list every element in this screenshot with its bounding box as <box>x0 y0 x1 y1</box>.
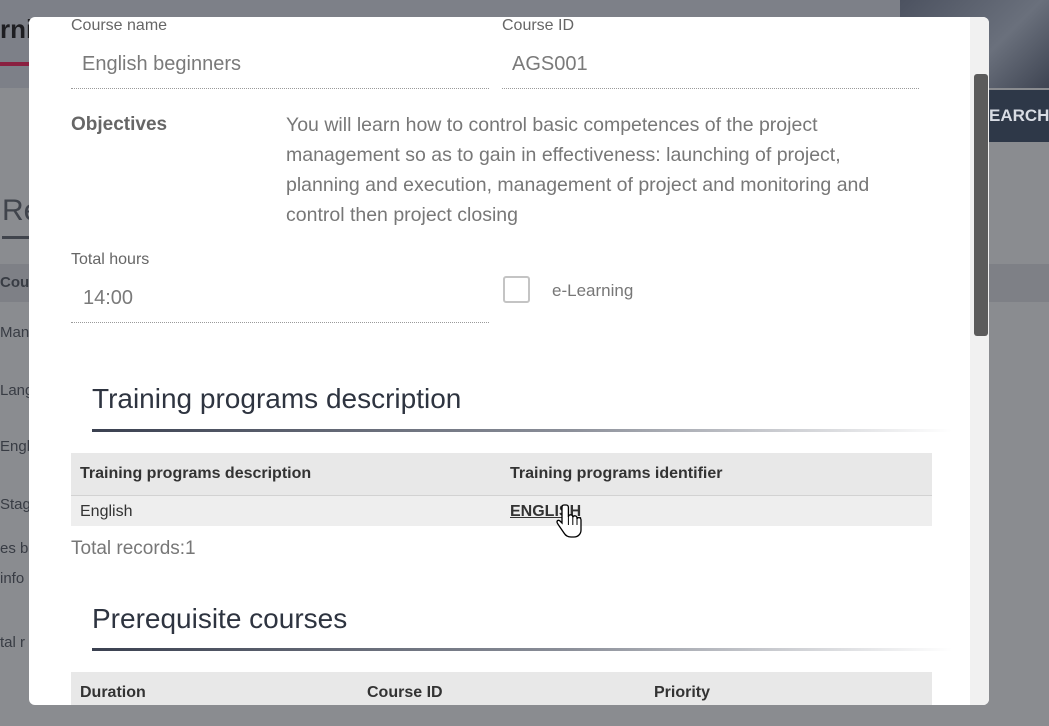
total-hours-value: 14:00 <box>83 287 134 309</box>
column-header-priority: Priority <box>654 684 711 701</box>
background-row: es b <box>0 540 29 557</box>
background-search-button: EARCH <box>985 90 1049 142</box>
table-row: English ENGLISH <box>71 496 932 526</box>
training-section-underline <box>92 429 952 432</box>
course-name-label: Course name <box>71 17 168 34</box>
course-id-field[interactable]: AGS001 <box>502 53 919 89</box>
objectives-line: planning and execution, management of pr… <box>286 174 870 196</box>
course-id-label: Course ID <box>502 17 575 34</box>
course-name-field[interactable]: English beginners <box>71 53 489 89</box>
cell-description: English <box>80 503 133 520</box>
prerequisite-courses-table: Duration Course ID Priority <box>71 672 932 705</box>
total-hours-field[interactable]: 14:00 <box>71 287 489 323</box>
prereq-section-underline <box>92 648 952 651</box>
elearning-checkbox[interactable] <box>503 276 530 303</box>
elearning-label: e-Learning <box>552 281 634 300</box>
total-records: Total records:1 <box>71 538 196 559</box>
course-id-value: AGS001 <box>512 53 588 75</box>
objectives-line: You will learn how to control basic comp… <box>286 114 818 136</box>
prereq-section-title: Prerequisite courses <box>92 603 348 634</box>
table-header: Duration Course ID Priority <box>71 672 932 705</box>
objectives-text: You will learn how to control basic comp… <box>286 110 926 230</box>
column-header-description: Training programs description <box>80 465 312 482</box>
column-header-duration: Duration <box>80 684 146 701</box>
training-programs-table: Training programs description Training p… <box>71 453 932 526</box>
table-header: Training programs description Training p… <box>71 453 932 496</box>
background-logo-underline <box>0 62 30 66</box>
modal-scrollbar-thumb[interactable] <box>974 74 988 336</box>
objectives-line: management so as to gain in effectivenes… <box>286 144 841 166</box>
background-row: tal r <box>0 634 26 651</box>
background-row: info <box>0 570 25 587</box>
course-detail-modal: Course name English beginners Course ID … <box>29 17 989 705</box>
column-header-identifier: Training programs identifier <box>510 465 723 482</box>
objectives-label: Objectives <box>71 114 168 135</box>
course-name-value: English beginners <box>82 53 241 75</box>
objectives-line: control then project closing <box>286 204 518 226</box>
total-hours-label: Total hours <box>71 251 150 268</box>
hand-cursor-icon <box>556 504 582 538</box>
column-header-course-id: Course ID <box>367 684 443 701</box>
training-section-title: Training programs description <box>92 383 462 414</box>
background-section-underline <box>2 236 32 239</box>
